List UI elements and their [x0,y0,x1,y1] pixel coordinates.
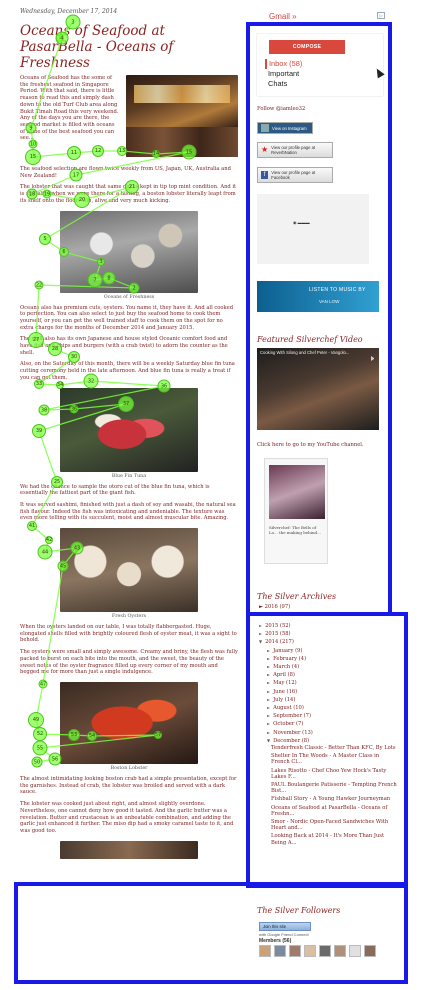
bottom-photo[interactable] [60,840,198,859]
gaze-fixation: 6 [59,247,69,257]
gaze-fixation: 20 [74,192,90,208]
post-paragraph: When the oysters landed on our table, I … [20,624,237,644]
gaze-fixation: 30 [68,351,80,363]
gaze-fixation: 37 [118,396,134,412]
post-intro: Oceans of Seafood has the some of the fr… [20,75,238,161]
gaze-fixation: 3 [97,258,105,266]
gaze-fixation: 21 [125,180,139,194]
gaze-fixation: 18 [26,188,38,200]
post-paragraph: Oceans also has premium cuts, oysters. Y… [20,304,234,331]
gaze-fixation: 32 [83,373,99,389]
gaze-fixation: 39 [32,424,46,438]
gaze-fixation: 4 [55,31,69,45]
gaze-fixation: 13 [117,146,127,156]
gaze-fixation: 56 [48,752,62,766]
gaze-fixation: 45 [57,560,69,572]
gmail-link[interactable]: Gmail » [269,12,297,21]
gaze-fixation: 7 [87,272,103,288]
photo-caption: Oceans of Freshness [103,294,155,300]
ad-choices-icon[interactable]: ▷ [377,12,385,19]
gaze-fixation: 14 [152,150,160,158]
gaze-fixation: 27 [28,332,44,348]
gaze-fixation: 53 [68,729,80,741]
restaurant-photo[interactable] [126,75,238,157]
gaze-fixation: 36 [69,404,79,414]
gaze-fixation: 15 [181,144,197,160]
gaze-fixation: 22 [34,280,44,290]
post-paragraph: The lobster was cooked just about right,… [20,801,234,834]
photo-caption: Fresh Oysters [111,614,147,620]
blog-post: Wednesday, December 17, 2014 Oceans of S… [20,8,238,859]
post-date: Wednesday, December 17, 2014 [20,8,118,15]
gaze-fixation: 55 [32,740,48,756]
gaze-fixation: 36 [157,379,171,393]
post-title[interactable]: Oceans of Seafood at PasarBella - Oceans… [20,23,238,71]
photo-caption: Boston Lobster [110,765,148,771]
seafood-ice-photo[interactable] [60,210,198,293]
gaze-fixation: 5 [39,233,51,245]
gaze-fixation: 44 [37,544,53,560]
gaze-fixation: 8 [102,271,116,285]
annotation-box [14,882,408,984]
gaze-fixation: 34 [56,381,64,389]
gaze-fixation: 3 [65,14,81,30]
gaze-fixation: 50 [31,756,43,768]
post-paragraph: The almost intimidating looking boston c… [20,775,237,796]
gaze-fixation: 43 [70,541,84,555]
oysters-photo[interactable] [60,528,198,613]
gaze-fixation: 19 [42,189,52,199]
lobster-photo[interactable] [60,681,198,764]
gaze-fixation: 10 [28,139,38,149]
gaze-fixation: 15 [25,149,41,165]
post-paragraph: It was served sashimi, finished with jus… [20,501,236,522]
gaze-fixation: 11 [67,146,81,160]
gaze-fixation: 42 [45,536,53,544]
gaze-fixation: 33 [34,379,44,389]
gaze-fixation: 12 [92,145,104,157]
gaze-fixation: 49 [28,712,44,728]
gaze-fixation: 9 [25,122,37,134]
gaze-fixation: 47 [38,679,48,689]
gaze-fixation: 54 [87,731,97,741]
annotation-box [246,22,392,616]
gaze-fixation: 52 [33,727,47,741]
gaze-fixation: 2 [128,282,140,294]
gaze-fixation: 25 [51,476,63,488]
post-paragraph: Also, on the Saturday of this month, the… [20,361,235,381]
gaze-fixation: 41 [27,521,37,531]
annotation-box [246,612,408,888]
gaze-fixation: 28 [48,342,62,356]
post-paragraph: The seafood selection are flown twice we… [20,166,231,179]
post-paragraph: The oysters were small and simply awesom… [20,649,238,676]
gaze-fixation: 17 [69,168,83,182]
gaze-fixation: 38 [38,404,50,416]
gaze-fixation: 57 [154,731,162,739]
